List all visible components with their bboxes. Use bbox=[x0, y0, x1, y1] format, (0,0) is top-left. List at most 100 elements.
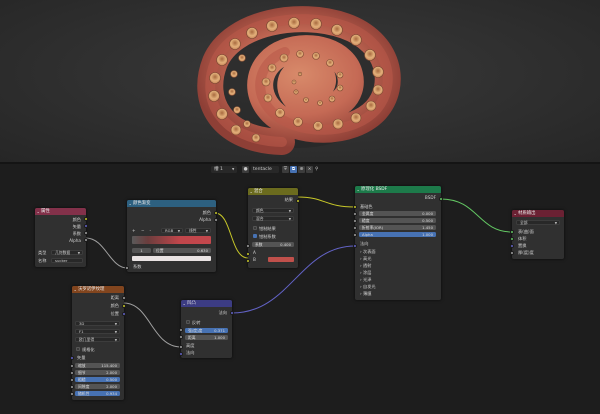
node-color-ramp[interactable]: ⌄ 颜色渐变 颜色 Alpha + − ⌄ RGB ▼ 线性 ▼ 1 位置 0.630 … bbox=[127, 200, 216, 272]
fake-user-icon[interactable]: ⛨ bbox=[282, 166, 289, 173]
3d-viewport[interactable] bbox=[0, 0, 600, 162]
node-header[interactable]: ⌄ 颜色渐变 bbox=[127, 200, 216, 207]
distance-field[interactable]: 距离 1.000 bbox=[185, 335, 228, 340]
stop-color-swatch[interactable] bbox=[132, 256, 211, 261]
alpha-field[interactable]: Alpha 1.000 bbox=[359, 232, 436, 237]
pin-icon[interactable]: ⚲ bbox=[315, 166, 318, 173]
detail-field[interactable]: 细节 2.000 bbox=[75, 370, 120, 375]
panel-subsurface[interactable]: › 次表面 bbox=[360, 249, 376, 254]
node-header[interactable]: ⌄ 材质输出 bbox=[512, 210, 564, 217]
socket-normal-in[interactable] bbox=[179, 352, 183, 356]
randomness-field[interactable]: 随机性 0.934 bbox=[75, 391, 120, 396]
new-icon[interactable]: ⊕ bbox=[298, 166, 305, 173]
metallic-field[interactable]: 金属度 0.000 bbox=[359, 211, 436, 216]
mix-type-dropdown[interactable]: 颜色 ▼ bbox=[252, 208, 294, 213]
socket-roughness-in[interactable] bbox=[353, 219, 357, 223]
socket-color-out[interactable] bbox=[214, 211, 218, 215]
color-mode-dropdown[interactable]: RGB ▼ bbox=[161, 228, 183, 233]
socket-factor-out[interactable] bbox=[84, 231, 88, 235]
invert-checkbox[interactable] bbox=[186, 320, 190, 324]
panel-coat[interactable]: › 涂层 bbox=[360, 270, 371, 275]
socket-vector-out[interactable] bbox=[84, 224, 88, 228]
distance-metric-dropdown[interactable]: 欧几里得 ▼ bbox=[75, 337, 120, 342]
socket-alpha-in[interactable] bbox=[353, 233, 357, 237]
socket-volume-in[interactable] bbox=[510, 237, 514, 241]
panel-thin-film[interactable]: › 薄膜 bbox=[360, 291, 371, 296]
socket-base-color-in[interactable] bbox=[353, 205, 357, 209]
node-header[interactable]: ⌄ 原理化 BSDF bbox=[355, 186, 441, 193]
socket-randomness-in[interactable] bbox=[70, 392, 74, 396]
socket-lacunarity-in[interactable] bbox=[70, 385, 74, 389]
socket-bsdf-out[interactable] bbox=[439, 197, 443, 201]
socket-scale-in[interactable] bbox=[70, 364, 74, 368]
type-dropdown[interactable]: 几何数据 ▼ bbox=[51, 250, 83, 255]
node-bump[interactable]: ⌄ 凹凸 法向 反转 强(度)度 0.371 距离 1.000 高度 法向 bbox=[181, 300, 232, 358]
socket-displacement-in[interactable] bbox=[510, 244, 514, 248]
socket-normal-in[interactable] bbox=[353, 244, 357, 248]
add-stop-icon[interactable]: + bbox=[132, 228, 136, 233]
socket-alpha-out[interactable] bbox=[84, 238, 88, 242]
socket-height-in[interactable] bbox=[179, 345, 183, 349]
node-material-output[interactable]: ⌄ 材质输出 全部 ▼ 表(曲)面 体积 置换 厚(度)度 bbox=[512, 210, 564, 259]
node-header[interactable]: ⌄ 属性 bbox=[35, 208, 86, 215]
panel-emission[interactable]: › 自发光 bbox=[360, 284, 376, 289]
color-b-swatch[interactable] bbox=[268, 257, 294, 262]
node-header[interactable]: ⌄ 凹凸 bbox=[181, 300, 232, 307]
socket-distance-in[interactable] bbox=[179, 335, 183, 339]
socket-metallic-in[interactable] bbox=[353, 212, 357, 216]
factor-field[interactable]: 系数 0.400 bbox=[252, 242, 294, 247]
socket-ior-in[interactable] bbox=[353, 226, 357, 230]
material-sphere-icon[interactable]: ● bbox=[242, 166, 249, 173]
interpolation-dropdown[interactable]: 线性 ▼ bbox=[185, 228, 211, 233]
chevron-down-icon[interactable]: ⌄ bbox=[149, 228, 152, 233]
roughness-field[interactable]: 粗糙 0.500 bbox=[75, 377, 120, 382]
strength-field[interactable]: 强(度)度 0.371 bbox=[185, 328, 228, 333]
panel-sheen[interactable]: › 光泽 bbox=[360, 277, 371, 282]
roughness-field[interactable]: 糙度 0.500 bbox=[359, 218, 436, 223]
panel-specular[interactable]: › 高光 bbox=[360, 256, 371, 261]
output-label: 颜色 bbox=[110, 303, 119, 308]
node-mix[interactable]: ⌄ 混合 结果 颜色 ▼ 混合 ▼ 钳制结果 钳制系数 系数 0.400 A B bbox=[248, 188, 298, 268]
socket-factor-in[interactable] bbox=[246, 244, 250, 248]
socket-thickness-in[interactable] bbox=[510, 251, 514, 255]
feature-dropdown[interactable]: F1 ▼ bbox=[75, 329, 120, 334]
ior-field[interactable]: 折射率(IOR) 1.450 bbox=[359, 225, 436, 230]
node-header[interactable]: ⌄ 混合 bbox=[248, 188, 298, 195]
socket-distance-out[interactable] bbox=[122, 296, 126, 300]
socket-vector-in[interactable] bbox=[70, 356, 74, 360]
clamp-factor-checkbox[interactable] bbox=[253, 234, 257, 238]
socket-result-out[interactable] bbox=[296, 199, 300, 203]
socket-surface-in[interactable] bbox=[510, 230, 514, 234]
socket-position-out[interactable] bbox=[122, 312, 126, 316]
node-attribute[interactable]: ⌄ 属性 颜色 矢量 系数 Alpha 类型 几何数据 ▼ 名称 sucker bbox=[35, 208, 86, 267]
lacunarity-field[interactable]: 间隙度 2.000 bbox=[75, 384, 120, 389]
blend-mode-dropdown[interactable]: 混合 ▼ bbox=[252, 216, 294, 221]
socket-detail-in[interactable] bbox=[70, 371, 74, 375]
socket-b-in[interactable] bbox=[246, 259, 250, 263]
socket-color-out[interactable] bbox=[122, 304, 126, 308]
clamp-result-checkbox[interactable] bbox=[253, 226, 257, 230]
panel-transmission[interactable]: › 透射 bbox=[360, 263, 371, 268]
name-field[interactable]: sucker bbox=[51, 258, 83, 263]
stop-index-field[interactable]: 1 bbox=[132, 248, 151, 253]
scale-field[interactable]: 缩放 115.400 bbox=[75, 363, 120, 368]
close-icon[interactable]: × bbox=[306, 166, 313, 173]
target-dropdown[interactable]: 全部 ▼ bbox=[516, 220, 560, 225]
socket-color-out[interactable] bbox=[84, 217, 88, 221]
socket-normal-out[interactable] bbox=[230, 311, 234, 315]
color-ramp-gradient[interactable] bbox=[132, 236, 211, 244]
node-voronoi-texture[interactable]: ⌄ 沃罗诺伊纹理 距离 颜色 位置 3D ▼ F1 ▼ 欧几里得 ▼ 规格化 矢量 缩放… bbox=[72, 286, 124, 400]
copy-icon[interactable]: ⧉ bbox=[290, 166, 297, 173]
position-field[interactable]: 位置 0.630 bbox=[153, 248, 211, 253]
socket-factor-in[interactable] bbox=[125, 266, 129, 270]
node-principled-bsdf[interactable]: ⌄ 原理化 BSDF BSDF 基础色 金属度 0.000 糙度 0.500 折射率(… bbox=[355, 186, 441, 300]
normalize-checkbox[interactable] bbox=[76, 347, 80, 351]
socket-strength-in[interactable] bbox=[179, 328, 183, 332]
dimensions-dropdown[interactable]: 3D ▼ bbox=[75, 321, 120, 326]
socket-a-in[interactable] bbox=[246, 252, 250, 256]
node-header[interactable]: ⌄ 沃罗诺伊纹理 bbox=[72, 286, 124, 293]
input-label: 置换 bbox=[518, 243, 527, 248]
remove-stop-icon[interactable]: − bbox=[141, 228, 145, 233]
socket-alpha-out[interactable] bbox=[214, 218, 218, 222]
socket-roughness-in[interactable] bbox=[70, 378, 74, 382]
